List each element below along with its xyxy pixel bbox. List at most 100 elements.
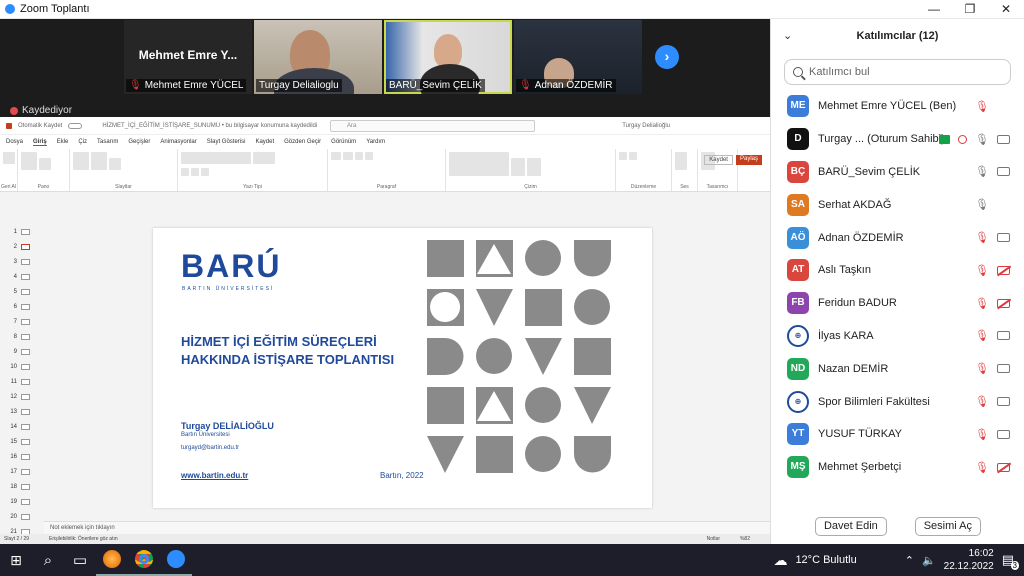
mic-icon[interactable]: 🎙 <box>975 133 989 146</box>
ppt-menu-item[interactable]: Ekle <box>57 139 69 145</box>
video-tile[interactable]: Turgay Delialioglu <box>254 20 382 94</box>
participant-row[interactable]: MŞ Mehmet Şerbetçi 🎙 <box>771 451 1024 484</box>
ppt-menu-item[interactable]: Dosya <box>6 139 23 145</box>
ppt-menu-item[interactable]: Kaydet <box>255 139 274 145</box>
bullets-icon[interactable] <box>331 152 341 160</box>
undo-icon[interactable] <box>3 152 15 164</box>
mic-muted-icon[interactable]: 🎙 <box>975 231 989 244</box>
accessibility-status[interactable]: Erişilebilirlik: Önerilere göz atın <box>49 536 118 542</box>
mic-muted-icon[interactable]: 🎙 <box>975 395 989 408</box>
unmute-button[interactable]: Sesimi Aç <box>914 517 982 536</box>
share-button[interactable]: Paylaş <box>735 155 762 165</box>
layout-icon[interactable] <box>109 158 121 170</box>
clock[interactable]: 16:02 22.12.2022 <box>944 547 994 573</box>
notes-toggle[interactable]: Notlar <box>707 536 720 542</box>
participant-row[interactable]: ND Nazan DEMİR 🎙 <box>771 352 1024 385</box>
dictate-icon[interactable] <box>675 152 687 170</box>
camera-off-icon[interactable] <box>997 298 1010 308</box>
font-size-input[interactable] <box>253 152 275 164</box>
autosave-label[interactable]: Otomatik Kaydet <box>18 123 62 129</box>
mic-muted-icon[interactable]: 🎙 <box>975 297 989 310</box>
slide-thumbnail[interactable]: 17 <box>0 464 44 479</box>
ppt-menu-item[interactable]: Yardım <box>366 139 385 145</box>
slide-thumbnail[interactable]: 1 <box>0 224 44 239</box>
task-view-icon[interactable]: ▭ <box>64 544 96 576</box>
participant-row[interactable]: AÖ Adnan ÖZDEMİR 🎙 <box>771 221 1024 254</box>
ppt-menu-item[interactable]: Giriş <box>33 139 47 146</box>
bold-icon[interactable] <box>181 168 189 176</box>
ppt-menu-item[interactable]: Gözden Geçir <box>284 139 321 145</box>
participant-row[interactable]: ME Mehmet Emre YÜCEL (Ben) 🎙 <box>771 90 1024 123</box>
participant-row[interactable]: ⊕ Spor Bilimleri Fakültesi 🎙 <box>771 385 1024 418</box>
collapse-chevron-icon[interactable]: ⌄ <box>783 29 792 42</box>
underline-icon[interactable] <box>201 168 209 176</box>
slide-thumbnail[interactable]: 6 <box>0 299 44 314</box>
mic-muted-icon[interactable]: 🎙 <box>975 461 989 474</box>
save-button[interactable]: Kaydet <box>704 155 733 165</box>
video-tile[interactable]: Mehmet Emre Y... 🎙 Mehmet Emre YÜCEL <box>124 20 252 94</box>
new-slide-icon[interactable] <box>73 152 89 170</box>
slide-thumbnail[interactable]: 11 <box>0 374 44 389</box>
notification-icon[interactable]: ▤ 3 <box>1002 552 1019 570</box>
ppt-menu-item[interactable]: Tasarım <box>97 139 118 145</box>
chevron-up-icon[interactable]: ⌃ <box>905 554 914 567</box>
mic-muted-icon[interactable]: 🎙 <box>975 329 989 342</box>
speaker-icon[interactable]: 🔈 <box>922 554 936 567</box>
invite-button[interactable]: Davet Edin <box>814 517 887 536</box>
next-page-button[interactable]: › <box>655 45 679 69</box>
find-icon[interactable] <box>619 152 627 160</box>
camera-icon[interactable] <box>997 331 1010 341</box>
reuse-slides-icon[interactable] <box>91 152 107 170</box>
participant-row[interactable]: D Turgay ... (Oturum Sahibi) 🎙 <box>771 123 1024 156</box>
camera-icon[interactable] <box>997 364 1010 374</box>
participant-search-input[interactable]: Katılımcı bul <box>784 59 1011 85</box>
zoom-taskbar-icon[interactable] <box>160 544 192 576</box>
slide-thumbnail[interactable]: 15 <box>0 434 44 449</box>
quick-styles-icon[interactable] <box>527 158 541 176</box>
slide-thumbnail[interactable]: 8 <box>0 329 44 344</box>
restore-button[interactable]: ❐ <box>952 0 988 19</box>
replace-icon[interactable] <box>629 152 637 160</box>
slide-thumbnail[interactable]: 10 <box>0 359 44 374</box>
slide-thumbnail[interactable]: 9 <box>0 344 44 359</box>
slide-canvas[interactable]: BARÚ BARTIN ÜNİVERSİTESİ HİZMET İÇİ EĞİT… <box>153 228 652 508</box>
start-icon[interactable]: ⊞ <box>0 544 32 576</box>
align-center-icon[interactable] <box>365 152 373 160</box>
slide-thumbnail[interactable]: 3 <box>0 254 44 269</box>
numbering-icon[interactable] <box>343 152 353 160</box>
chrome-icon[interactable] <box>128 544 160 576</box>
mic-muted-icon[interactable]: 🎙 <box>975 264 989 277</box>
participant-row[interactable]: AT Aslı Taşkın 🎙 <box>771 254 1024 287</box>
slide-thumbnail[interactable]: 4 <box>0 269 44 284</box>
camera-icon[interactable] <box>997 397 1010 407</box>
camera-icon[interactable] <box>997 134 1010 144</box>
ppt-menu-item[interactable]: Geçişler <box>128 139 150 145</box>
search-icon[interactable]: ⌕ <box>32 544 64 576</box>
autosave-toggle[interactable] <box>68 122 83 129</box>
slide-thumbnail[interactable]: 5 <box>0 284 44 299</box>
participant-row[interactable]: ⊕ İlyas KARA 🎙 <box>771 320 1024 353</box>
firefox-icon[interactable] <box>96 544 128 576</box>
slide-thumbnail[interactable]: 2 <box>0 239 44 254</box>
slide-thumbnail[interactable]: 12 <box>0 389 44 404</box>
mic-icon[interactable]: 🎙 <box>975 198 989 211</box>
font-name-input[interactable] <box>181 152 251 164</box>
ppt-search-input[interactable]: Ara <box>330 120 535 132</box>
arrange-icon[interactable] <box>511 158 525 176</box>
camera-icon[interactable] <box>997 167 1010 177</box>
ppt-menu-item[interactable]: Slayt Gösterisi <box>207 139 246 145</box>
slide-thumbnail[interactable]: 16 <box>0 449 44 464</box>
weather-label[interactable]: 12°C Bulutlu <box>795 554 856 566</box>
slide-thumbnail[interactable]: 14 <box>0 419 44 434</box>
align-left-icon[interactable] <box>355 152 363 160</box>
mic-muted-icon[interactable]: 🎙 <box>975 362 989 375</box>
shapes-gallery[interactable] <box>449 152 509 176</box>
camera-off-icon[interactable] <box>997 265 1010 275</box>
camera-icon[interactable] <box>997 429 1010 439</box>
ppt-menu-item[interactable]: Görünüm <box>331 139 356 145</box>
participant-row[interactable]: FB Feridun BADUR 🎙 <box>771 287 1024 320</box>
participant-row[interactable]: YT YUSUF TÜRKAY 🎙 <box>771 418 1024 451</box>
slide-thumbnail[interactable]: 20 <box>0 509 44 524</box>
italic-icon[interactable] <box>191 168 199 176</box>
mic-icon[interactable]: 🎙 <box>975 165 989 178</box>
